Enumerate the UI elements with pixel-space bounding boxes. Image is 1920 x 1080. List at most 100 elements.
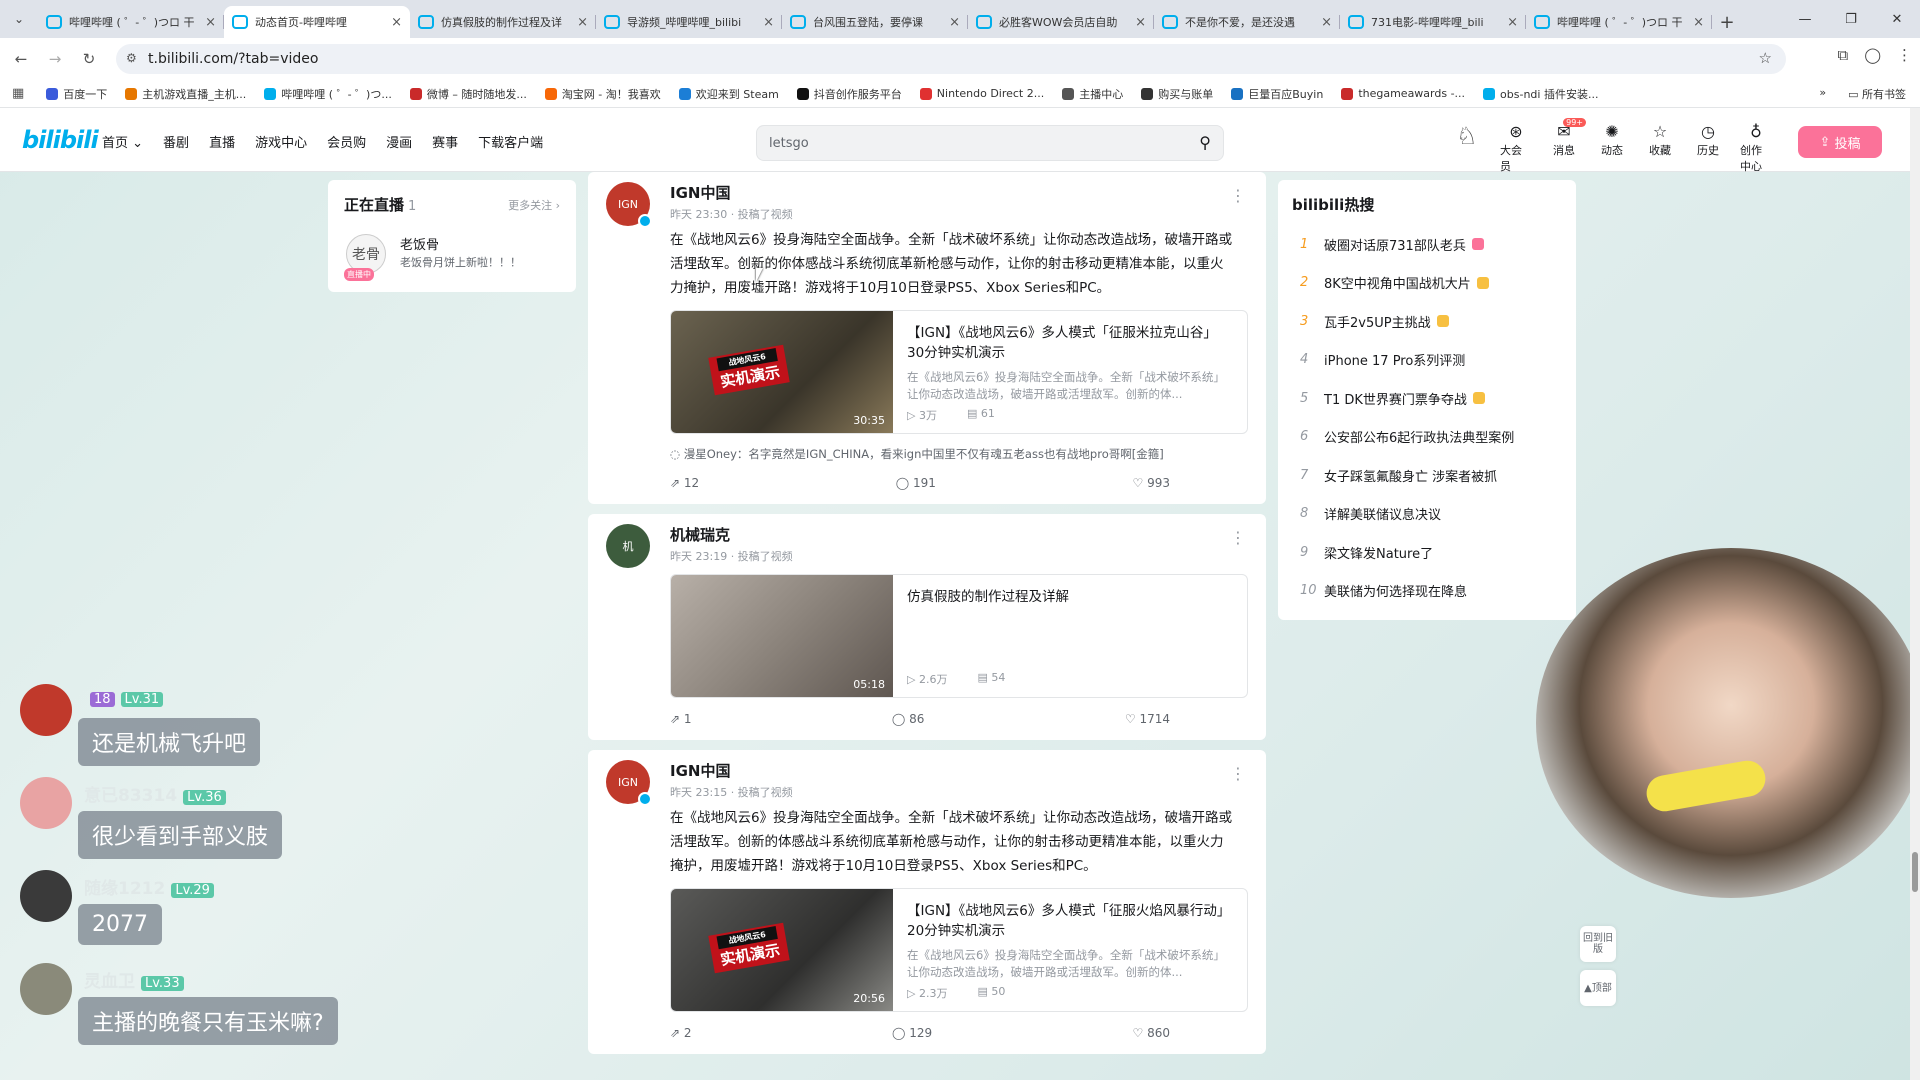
header-nav-item[interactable]: 游戏中心 (255, 132, 307, 151)
browser-tab[interactable]: 不是你不爱，是还没遇 × (1154, 6, 1340, 38)
browser-tab[interactable]: 哔哩哔哩 ( ゜- ゜)つロ 干 × (38, 6, 224, 38)
back-icon[interactable]: ← (8, 46, 34, 72)
hot-search-item[interactable]: 6 公安部公布6起行政执法典型案例 (1292, 418, 1562, 457)
author-name[interactable]: IGN中国 (670, 172, 1248, 204)
more-follow-link[interactable]: 更多关注 › (508, 197, 560, 213)
site-info-icon[interactable]: ⚙ (126, 51, 137, 65)
back-to-top-button[interactable]: ▲ 顶部 (1580, 970, 1616, 1006)
header-nav-item[interactable]: 直播 (209, 132, 235, 151)
hot-search-item[interactable]: 10 美联储为何选择现在降息 (1292, 572, 1562, 611)
video-thumbnail[interactable]: 战地风云6 实机演示 20:56 (671, 889, 893, 1011)
tab-close-icon[interactable]: × (1321, 15, 1332, 30)
hot-search-item[interactable]: 2 8K空中视角中国战机大片 (1292, 264, 1562, 303)
bookmark-item[interactable]: 百度一下 (46, 86, 107, 102)
video-thumbnail[interactable]: 战地风云6 实机演示 30:35 (671, 311, 893, 433)
hot-search-item[interactable]: 3 瓦手2v5UP主挑战 (1292, 302, 1562, 341)
old-version-button[interactable]: 回到旧版 (1580, 926, 1616, 962)
upload-button[interactable]: ⇪ 投稿 (1798, 126, 1882, 158)
streamer-name[interactable]: 老饭骨 (400, 234, 439, 253)
video-title[interactable]: 【IGN】《战地风云6》多人模式「征服火焰风暴行动」20分钟实机演示 (907, 901, 1233, 941)
bookmark-star-icon[interactable]: ☆ (1759, 49, 1772, 67)
tab-close-icon[interactable]: × (763, 15, 774, 30)
bookmark-item[interactable]: 主机游戏直播_主机... (125, 86, 246, 102)
profile-icon[interactable]: ◯ (1864, 46, 1881, 64)
menu-icon[interactable]: ⋮ (1897, 46, 1912, 64)
bookmark-item[interactable]: thegameawards -... (1341, 86, 1465, 102)
bookmark-item[interactable]: 巨量百应Buyin (1231, 86, 1323, 102)
bookmark-item[interactable]: 微博 – 随时随地发... (409, 86, 527, 102)
bookmark-item[interactable]: obs-ndi 插件安装... (1483, 86, 1598, 102)
header-favorite-button[interactable]: ☆ 收藏 (1644, 122, 1676, 174)
header-history-button[interactable]: ◷ 历史 (1692, 122, 1724, 174)
video-card[interactable]: 战地风云6 实机演示 30:35 【IGN】《战地风云6》多人模式「征服米拉克山谷」3… (670, 310, 1248, 434)
bilibili-logo[interactable]: bilibili (22, 126, 99, 154)
browser-tab[interactable]: 导游频_哔哩哔哩_bilibi × (596, 6, 782, 38)
header-nav-item[interactable]: 会员购 (327, 132, 366, 151)
header-nav-item[interactable]: 漫画 (386, 132, 412, 151)
close-window-icon[interactable]: ✕ (1874, 0, 1920, 38)
share-button[interactable]: ⇗ 12 (670, 476, 699, 490)
share-button[interactable]: ⇗ 2 (670, 1026, 692, 1040)
header-nav-item[interactable]: 下载客户端 (478, 132, 543, 151)
bookmark-item[interactable]: 抖音创作服务平台 (796, 86, 902, 102)
hot-search-item[interactable]: 8 详解美联储议息决议 (1292, 495, 1562, 534)
scrollbar-thumb[interactable] (1912, 852, 1918, 892)
new-tab-button[interactable]: + (1712, 6, 1742, 38)
hot-search-item[interactable]: 1 破圈对话原731部队老兵 (1292, 225, 1562, 264)
tab-close-icon[interactable]: × (205, 15, 216, 30)
tab-close-icon[interactable]: × (1507, 15, 1518, 30)
author-avatar[interactable]: IGN (606, 760, 652, 806)
browser-tab[interactable]: 731电影-哔哩哔哩_bili × (1340, 6, 1526, 38)
comment-button[interactable]: ◯ 191 (896, 476, 936, 490)
reload-icon[interactable]: ↻ (76, 46, 102, 72)
browser-tab[interactable]: 台风围五登陆，要停课 × (782, 6, 968, 38)
like-button[interactable]: ♡ 860 (1133, 1026, 1170, 1040)
author-name[interactable]: IGN中国 (670, 750, 1248, 782)
hot-search-item[interactable]: 5 T1 DK世界赛门票争夺战 (1292, 379, 1562, 418)
tab-search-icon[interactable]: ⌄ (0, 0, 38, 38)
tab-close-icon[interactable]: × (1135, 15, 1146, 30)
tab-close-icon[interactable]: × (1693, 15, 1704, 30)
video-title[interactable]: 【IGN】《战地风云6》多人模式「征服米拉克山谷」30分钟实机演示 (907, 323, 1233, 363)
bookmark-item[interactable]: 欢迎来到 Steam (678, 86, 779, 102)
page-scrollbar[interactable] (1910, 108, 1920, 1080)
tab-close-icon[interactable]: × (949, 15, 960, 30)
apps-grid-icon[interactable]: ▦ (12, 86, 24, 101)
hot-search-item[interactable]: 7 女子踩氢氟酸身亡 涉案者被抓 (1292, 456, 1562, 495)
hot-search-item[interactable]: 4 iPhone 17 Pro系列评测 (1292, 341, 1562, 380)
author-avatar[interactable]: IGN (606, 182, 652, 228)
header-nav-item[interactable]: 赛事 (432, 132, 458, 151)
like-button[interactable]: ♡ 1714 (1125, 712, 1170, 726)
author-avatar[interactable]: 机 (606, 524, 650, 568)
search-icon[interactable]: ⚲ (1199, 133, 1211, 152)
bookmark-item[interactable]: 主播中心 (1062, 86, 1123, 102)
video-title[interactable]: 仿真假肢的制作过程及详解 (907, 587, 1233, 607)
video-thumbnail[interactable]: 05:18 (671, 575, 893, 697)
search-input[interactable]: letsgo ⚲ (756, 125, 1224, 161)
video-card[interactable]: 战地风云6 实机演示 20:56 【IGN】《战地风云6》多人模式「征服火焰风暴行动」… (670, 888, 1248, 1012)
comment-button[interactable]: ◯ 129 (892, 1026, 932, 1040)
more-options-icon[interactable]: ⋮ (1230, 186, 1246, 205)
header-nav-item[interactable]: 番剧 (163, 132, 189, 151)
hot-comment[interactable]: ◌ 漫星Oney：名字竟然是IGN_CHINA，看来ign中国里不仅有魂五老as… (670, 446, 1248, 462)
browser-tab[interactable]: 仿真假肢的制作过程及详 × (410, 6, 596, 38)
header-nav-item[interactable]: 首页 ⌄ (102, 132, 143, 151)
comment-button[interactable]: ◯ 86 (892, 712, 925, 726)
url-field[interactable]: ⚙ t.bilibili.com/?tab=video ☆ (116, 44, 1786, 74)
bookmark-item[interactable]: 哔哩哔哩 ( ゜- ゜)つ... (264, 86, 392, 102)
browser-tab[interactable]: 哔哩哔哩 ( ゜- ゜)つロ 干 × (1526, 6, 1712, 38)
browser-tab[interactable]: 动态首页-哔哩哔哩 × (224, 6, 410, 38)
hot-search-item[interactable]: 9 梁文锋发Nature了 (1292, 533, 1562, 572)
header-vip-button[interactable]: ⊛ 大会员 (1500, 122, 1532, 174)
browser-tab[interactable]: 必胜客WOW会员店自助 × (968, 6, 1154, 38)
tab-close-icon[interactable]: × (577, 15, 588, 30)
all-bookmarks[interactable]: ▭ 所有书签 (1848, 86, 1906, 102)
more-bookmarks-icon[interactable]: » (1819, 86, 1826, 102)
forward-icon[interactable]: → (42, 46, 68, 72)
more-options-icon[interactable]: ⋮ (1230, 528, 1246, 547)
share-button[interactable]: ⇗ 1 (670, 712, 692, 726)
header-dynamic-button[interactable]: ✺ 动态 (1596, 122, 1628, 174)
bookmark-item[interactable]: 购买与账单 (1141, 86, 1213, 102)
bookmark-item[interactable]: Nintendo Direct 2... (919, 86, 1044, 102)
like-button[interactable]: ♡ 993 (1133, 476, 1170, 490)
